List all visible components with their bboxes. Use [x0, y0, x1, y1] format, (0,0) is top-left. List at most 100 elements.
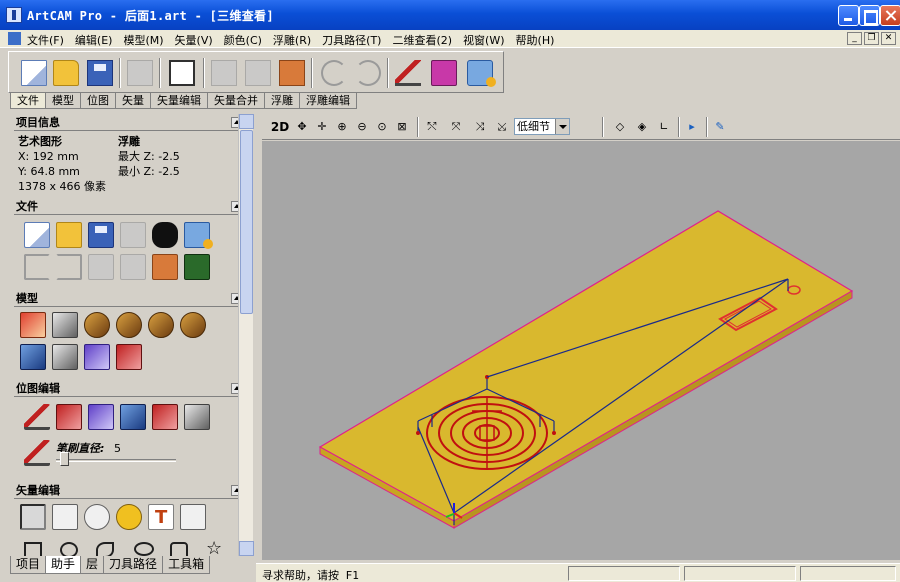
- model-mirror-icon[interactable]: [116, 312, 142, 338]
- menu-window[interactable]: 视窗(W): [463, 32, 504, 48]
- menu-edit[interactable]: 编辑(E): [75, 32, 113, 48]
- redo-icon[interactable]: [355, 60, 381, 86]
- star-shape-icon[interactable]: [96, 542, 114, 556]
- new-file-icon[interactable]: [21, 60, 47, 86]
- node-edit-icon[interactable]: [52, 504, 78, 530]
- axis-xz-icon[interactable]: ⤨: [472, 119, 488, 135]
- tab-toolpaths[interactable]: 刀具路径: [103, 556, 164, 574]
- collapse-icon[interactable]: [231, 201, 238, 212]
- copy-icon[interactable]: [245, 60, 271, 86]
- bitmap-section-header[interactable]: 位图编辑: [14, 382, 238, 397]
- menu-relief[interactable]: 浮雕(R): [273, 32, 311, 48]
- model-rotate-icon[interactable]: [148, 312, 174, 338]
- print-icon[interactable]: [127, 60, 153, 86]
- axis-x-icon[interactable]: ⤲: [424, 119, 440, 135]
- menu-toolpath[interactable]: 刀具路径(T): [322, 32, 381, 48]
- wizard-face-icon[interactable]: [152, 222, 178, 248]
- tab-vector-edit[interactable]: 矢量编辑: [150, 93, 208, 109]
- zoom-out-icon[interactable]: ⊖: [354, 119, 370, 135]
- document-icon[interactable]: [8, 32, 21, 45]
- menu-help[interactable]: 帮助(H): [516, 32, 555, 48]
- collapse-icon[interactable]: [231, 383, 238, 394]
- zoom-previous-icon[interactable]: ⊙: [374, 119, 390, 135]
- tab-file[interactable]: 文件: [10, 93, 46, 109]
- ellipse-shape-icon[interactable]: [134, 542, 154, 556]
- model-flip-icon[interactable]: [180, 312, 206, 338]
- text-tool-icon[interactable]: [148, 504, 174, 530]
- axis-iso-icon[interactable]: ⤩: [494, 119, 510, 135]
- close-button[interactable]: [880, 5, 900, 26]
- zoom-fit-icon[interactable]: ⊠: [394, 119, 410, 135]
- menu-color[interactable]: 颜色(C): [224, 32, 262, 48]
- model-section-header[interactable]: 模型: [14, 292, 238, 307]
- wizard-icon[interactable]: [467, 60, 496, 87]
- star-icon[interactable]: ☆: [206, 540, 224, 557]
- detail-level-select[interactable]: 低细节: [514, 118, 570, 135]
- palette-icon[interactable]: [88, 404, 114, 430]
- axes-icon[interactable]: ∟: [656, 119, 672, 135]
- tab-vector-merge[interactable]: 矢量合并: [207, 93, 265, 109]
- project-info-header[interactable]: 项目信息: [14, 116, 238, 131]
- vector-section-header[interactable]: 矢量编辑: [14, 484, 238, 499]
- model-bear-icon[interactable]: [84, 312, 110, 338]
- menu-model[interactable]: 模型(M): [123, 32, 163, 48]
- tab-toolbox[interactable]: 工具箱: [162, 556, 211, 574]
- chevron-down-icon[interactable]: [555, 119, 569, 134]
- brush-diameter-slider-track[interactable]: [56, 459, 176, 462]
- copy-panel-icon[interactable]: [120, 254, 146, 280]
- model-size-icon[interactable]: [20, 312, 46, 338]
- save-model-icon[interactable]: [88, 222, 114, 248]
- mdi-close-button[interactable]: ✕: [881, 32, 896, 45]
- transform-icon[interactable]: [84, 504, 110, 530]
- scroll-thumb[interactable]: [240, 130, 253, 314]
- draw-pencil-icon[interactable]: [395, 60, 421, 86]
- model-layers-icon[interactable]: [84, 344, 110, 370]
- assistant-wizard-icon[interactable]: [184, 222, 213, 249]
- tab-model[interactable]: 模型: [45, 93, 81, 109]
- tab-relief[interactable]: 浮雕: [264, 93, 300, 109]
- circle-shape-icon[interactable]: [60, 542, 78, 556]
- mdi-restore-button[interactable]: ❐: [864, 32, 879, 45]
- menu-vector[interactable]: 矢量(V): [175, 32, 213, 48]
- redo-panel-icon[interactable]: [56, 254, 82, 280]
- flood-fill-icon[interactable]: [152, 404, 178, 430]
- blend-icon[interactable]: [184, 404, 210, 430]
- move-icon[interactable]: ✛: [314, 119, 330, 135]
- open-model-icon[interactable]: [56, 222, 82, 248]
- brush-diameter-slider-thumb[interactable]: [60, 452, 69, 466]
- collapse-icon[interactable]: [231, 485, 238, 496]
- scroll-up-arrow[interactable]: [239, 114, 254, 129]
- model-grey-icon[interactable]: [52, 344, 78, 370]
- open-folder-icon[interactable]: [53, 60, 79, 86]
- minimize-button[interactable]: [838, 5, 859, 26]
- polygon-shape-icon[interactable]: [170, 542, 188, 556]
- save-icon[interactable]: [87, 60, 113, 86]
- view-2d-button[interactable]: 2D: [270, 119, 290, 135]
- undo-panel-icon[interactable]: [24, 254, 50, 280]
- file-section-header[interactable]: 文件: [14, 200, 238, 215]
- color-picker-icon[interactable]: ✎: [712, 119, 728, 135]
- select-area-icon[interactable]: [169, 60, 195, 86]
- rectangle-shape-icon[interactable]: [24, 542, 42, 556]
- cut-panel-icon[interactable]: [88, 254, 114, 280]
- zoom-in-icon[interactable]: ⊕: [334, 119, 350, 135]
- axis-xy-icon[interactable]: ⤧: [448, 119, 464, 135]
- menu-file[interactable]: 文件(F): [27, 32, 64, 48]
- cut-icon[interactable]: [211, 60, 237, 86]
- undo-icon[interactable]: [321, 60, 347, 86]
- simulate-icon[interactable]: ▸: [684, 119, 700, 135]
- tab-vector[interactable]: 矢量: [115, 93, 151, 109]
- new-model-icon[interactable]: [24, 222, 50, 248]
- 3d-viewport[interactable]: [262, 141, 900, 560]
- brush-icon[interactable]: [24, 440, 50, 466]
- select-arrow-icon[interactable]: [20, 504, 46, 530]
- tab-relief-edit[interactable]: 浮雕编辑: [299, 93, 357, 109]
- pan-icon[interactable]: ✥: [294, 119, 310, 135]
- tab-project[interactable]: 项目: [10, 556, 47, 574]
- help-book-icon[interactable]: [431, 60, 457, 86]
- wireframe-icon[interactable]: ◇: [612, 119, 628, 135]
- menu-2d-view[interactable]: 二维查看(2): [392, 32, 452, 48]
- add-shape-icon[interactable]: [180, 504, 206, 530]
- brush-tool-icon[interactable]: [120, 404, 146, 430]
- mdi-minimize-button[interactable]: _: [847, 32, 862, 45]
